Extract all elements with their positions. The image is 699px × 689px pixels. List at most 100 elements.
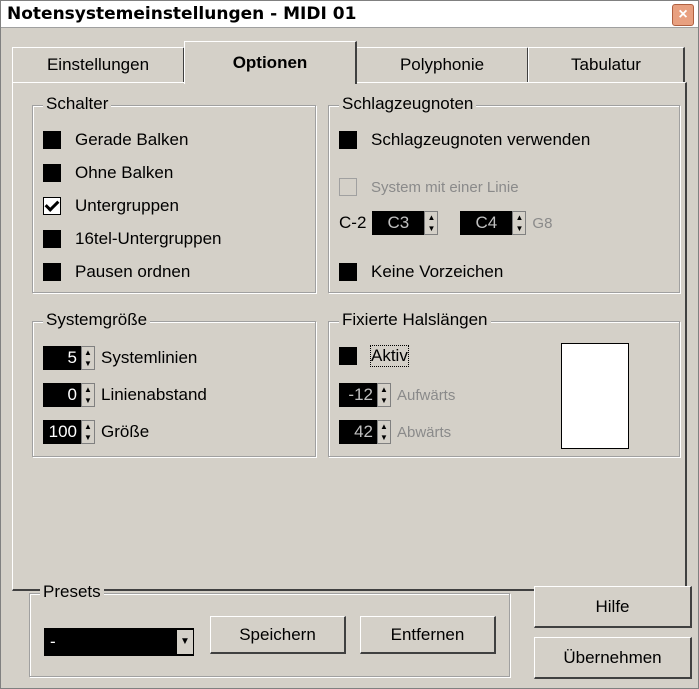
title-bar[interactable]: Notensystemeinstellungen - MIDI 01 ×: [1, 1, 698, 28]
aufwaerts-label: Aufwärts: [397, 386, 456, 404]
spinner-arrows[interactable]: ▲ ▼: [81, 346, 95, 370]
spinner-arrows[interactable]: ▲ ▼: [81, 420, 95, 444]
range-from-spinner[interactable]: C3 ▲ ▼: [372, 211, 439, 235]
abwaerts-label: Abwärts: [397, 423, 452, 441]
presets-selected-value: -: [50, 632, 56, 651]
spin-down-icon[interactable]: ▼: [425, 223, 437, 234]
systemlinien-value[interactable]: 5: [43, 346, 81, 370]
spinner-arrows[interactable]: ▲ ▼: [81, 383, 95, 407]
presets-group: Presets - ▼ Speichern Entfernen: [29, 582, 510, 677]
checkbox-gerade-balken[interactable]: Gerade Balken: [43, 130, 188, 150]
checkbox-untergruppen[interactable]: Untergruppen: [43, 196, 179, 216]
linienabstand-row: 0 ▲ ▼ Linienabstand: [43, 383, 207, 407]
spin-down-icon[interactable]: ▼: [82, 395, 94, 406]
range-to-value[interactable]: C4: [460, 211, 513, 235]
tab-einstellungen[interactable]: Einstellungen: [12, 47, 185, 82]
aufwaerts-value[interactable]: -12: [339, 383, 377, 407]
spin-down-icon[interactable]: ▼: [378, 432, 390, 443]
aufwaerts-row: -12 ▲ ▼ Aufwärts: [339, 383, 455, 407]
spinner-arrows[interactable]: ▲ ▼: [512, 211, 527, 235]
checkbox-box[interactable]: [43, 131, 61, 149]
help-button[interactable]: Hilfe: [534, 586, 692, 628]
checkbox-box[interactable]: [43, 164, 61, 182]
systemlinien-row: 5 ▲ ▼ Systemlinien: [43, 346, 197, 370]
window-title: Notensystemeinstellungen - MIDI 01: [7, 4, 357, 24]
spin-up-icon[interactable]: ▲: [378, 384, 390, 395]
spin-down-icon[interactable]: ▼: [378, 395, 390, 406]
checkbox-box[interactable]: [339, 131, 357, 149]
halslaengen-title: Fixierte Halslängen: [339, 310, 491, 330]
halslaengen-group: Fixierte Halslängen Aktiv -12 ▲ ▼ Aufwär…: [328, 310, 680, 457]
spin-up-icon[interactable]: ▲: [82, 384, 94, 395]
checkbox-label: System mit einer Linie: [371, 178, 519, 196]
spin-up-icon[interactable]: ▲: [82, 347, 94, 358]
schlagzeugnoten-group: Schlagzeugnoten Schlagzeugnoten verwende…: [328, 94, 680, 293]
chevron-down-icon[interactable]: ▼: [177, 630, 193, 654]
checkbox-box-checked[interactable]: [43, 197, 61, 215]
checkbox-box[interactable]: [43, 263, 61, 281]
checkbox-label: Untergruppen: [75, 196, 179, 215]
range-row: C-2 C3 ▲ ▼ C4 ▲ ▼ G8: [339, 211, 552, 235]
checkbox-label: Aktiv: [370, 345, 409, 367]
spinner-arrows[interactable]: ▲ ▼: [377, 383, 391, 407]
checkbox-label: Ohne Balken: [75, 163, 174, 182]
groesse-spinner[interactable]: 100 ▲ ▼: [43, 420, 95, 444]
tab-polyphonie[interactable]: Polyphonie: [356, 47, 529, 82]
range-high-label: G8: [532, 214, 553, 232]
checkbox-box[interactable]: [339, 347, 357, 365]
checkbox-box[interactable]: [339, 263, 357, 281]
schalter-group: Schalter Gerade Balken Ohne Balken Unter…: [32, 94, 316, 293]
range-to-spinner[interactable]: C4 ▲ ▼: [460, 211, 527, 235]
remove-button[interactable]: Entfernen: [360, 616, 496, 654]
range-low-label: C-2: [339, 213, 367, 232]
systemlinien-label: Systemlinien: [101, 348, 198, 367]
systemgroesse-group: Systemgröße 5 ▲ ▼ Systemlinien 0 ▲ ▼ Lin…: [32, 310, 316, 457]
checkbox-box-disabled[interactable]: [339, 178, 357, 196]
groesse-value[interactable]: 100: [43, 420, 81, 444]
spinner-arrows[interactable]: ▲ ▼: [424, 211, 439, 235]
spin-up-icon[interactable]: ▲: [513, 212, 525, 223]
spin-down-icon[interactable]: ▼: [82, 358, 94, 369]
options-panel: Schalter Gerade Balken Ohne Balken Unter…: [12, 82, 687, 591]
linienabstand-value[interactable]: 0: [43, 383, 81, 407]
dialog-window: Notensystemeinstellungen - MIDI 01 × Ein…: [0, 0, 699, 689]
abwaerts-row: 42 ▲ ▼ Abwärts: [339, 420, 451, 444]
presets-select[interactable]: - ▼: [44, 628, 194, 656]
groesse-label: Größe: [101, 422, 150, 441]
spin-up-icon[interactable]: ▲: [378, 421, 390, 432]
checkbox-keine-vorzeichen[interactable]: Keine Vorzeichen: [339, 262, 503, 282]
checkbox-pausen-ordnen[interactable]: Pausen ordnen: [43, 262, 190, 282]
systemlinien-spinner[interactable]: 5 ▲ ▼: [43, 346, 95, 370]
abwaerts-spinner[interactable]: 42 ▲ ▼: [339, 420, 391, 444]
checkbox-label: 16tel-Untergruppen: [75, 229, 222, 248]
checkbox-aktiv[interactable]: Aktiv: [339, 345, 409, 367]
checkbox-label: Gerade Balken: [75, 130, 189, 149]
abwaerts-value[interactable]: 42: [339, 420, 377, 444]
checkbox-label: Keine Vorzeichen: [371, 262, 504, 281]
checkbox-label: Pausen ordnen: [75, 262, 191, 281]
linienabstand-label: Linienabstand: [101, 385, 207, 404]
checkbox-schlagzeugnoten-verwenden[interactable]: Schlagzeugnoten verwenden: [339, 130, 590, 150]
tab-optionen[interactable]: Optionen: [184, 41, 357, 84]
spin-down-icon[interactable]: ▼: [82, 432, 94, 443]
presets-title: Presets: [40, 582, 104, 602]
tab-tabulatur[interactable]: Tabulatur: [528, 47, 685, 82]
apply-button[interactable]: Übernehmen: [534, 637, 692, 679]
linienabstand-spinner[interactable]: 0 ▲ ▼: [43, 383, 95, 407]
checkbox-system-mit-einer-linie[interactable]: System mit einer Linie: [339, 178, 519, 196]
checkbox-16tel-untergruppen[interactable]: 16tel-Untergruppen: [43, 229, 221, 249]
schlagzeugnoten-title: Schlagzeugnoten: [339, 94, 477, 114]
spin-up-icon[interactable]: ▲: [82, 421, 94, 432]
spinner-arrows[interactable]: ▲ ▼: [377, 420, 391, 444]
checkbox-label: Schlagzeugnoten verwenden: [371, 130, 591, 149]
schalter-title: Schalter: [43, 94, 112, 114]
checkbox-ohne-balken[interactable]: Ohne Balken: [43, 163, 173, 183]
aufwaerts-spinner[interactable]: -12 ▲ ▼: [339, 383, 391, 407]
range-from-value[interactable]: C3: [372, 211, 425, 235]
checkbox-box[interactable]: [43, 230, 61, 248]
save-button[interactable]: Speichern: [210, 616, 346, 654]
spin-down-icon[interactable]: ▼: [513, 223, 525, 234]
spin-up-icon[interactable]: ▲: [425, 212, 437, 223]
systemgroesse-title: Systemgröße: [43, 310, 151, 330]
close-icon[interactable]: ×: [672, 4, 694, 26]
